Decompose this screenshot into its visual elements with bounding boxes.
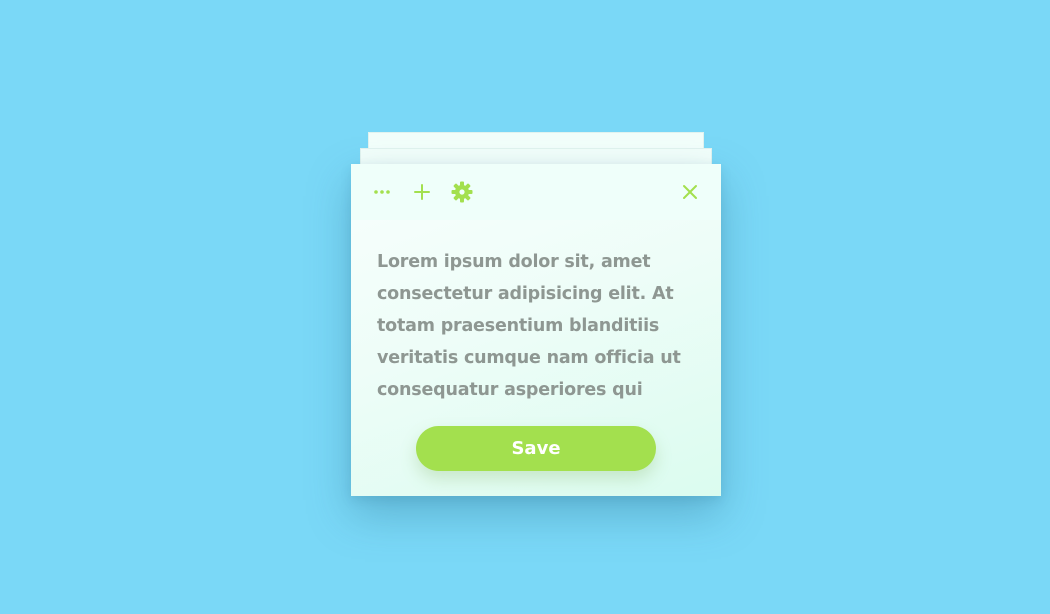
- note-toolbar: [351, 164, 721, 220]
- add-note-button[interactable]: [410, 180, 434, 204]
- close-button[interactable]: [678, 180, 702, 204]
- gear-icon: [451, 181, 473, 203]
- more-options-button[interactable]: [370, 180, 394, 204]
- settings-button[interactable]: [450, 180, 474, 204]
- note-text[interactable]: Lorem ipsum dolor sit, amet consectetur …: [377, 246, 697, 406]
- close-icon: [683, 185, 697, 199]
- plus-icon: [414, 184, 430, 200]
- more-horizontal-icon: [374, 190, 390, 194]
- save-button[interactable]: Save: [416, 426, 656, 471]
- note-card: Lorem ipsum dolor sit, amet consectetur …: [351, 164, 721, 496]
